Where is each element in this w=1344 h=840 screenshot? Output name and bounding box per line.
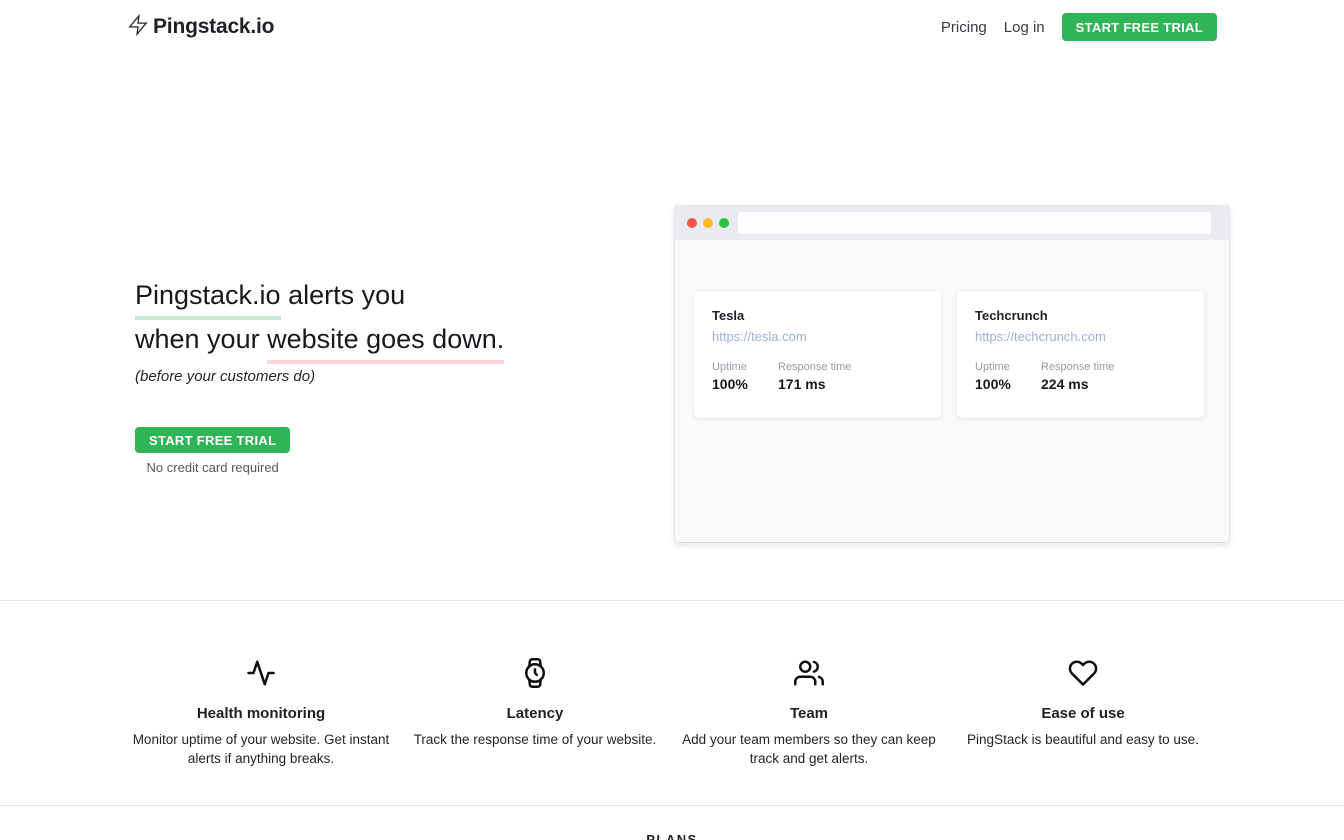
browser-content: Tesla https://tesla.com Uptime 100% Resp…	[675, 240, 1229, 418]
monitor-url: https://techcrunch.com	[975, 329, 1186, 344]
nav-start-free-trial-button[interactable]: START FREE TRIAL	[1062, 13, 1217, 41]
traffic-light-yellow-icon	[703, 218, 713, 228]
monitor-stats: Uptime 100% Response time 171 ms	[712, 361, 923, 392]
hero-heading: Pingstack.io alerts you when your websit…	[135, 276, 504, 364]
hero-heading-highlight-brand: Pingstack.io	[135, 276, 281, 320]
monitor-stats: Uptime 100% Response time 224 ms	[975, 361, 1186, 392]
feature-title: Health monitoring	[124, 705, 398, 722]
response-time-value: 224 ms	[1041, 376, 1114, 392]
response-time-stat: Response time 224 ms	[1041, 361, 1114, 392]
uptime-value: 100%	[975, 376, 1041, 392]
feature-title: Ease of use	[946, 705, 1220, 722]
hero-section: Pingstack.io alerts you when your websit…	[0, 54, 1344, 600]
response-time-stat: Response time 171 ms	[778, 361, 851, 392]
hero-heading-line2-prefix: when your	[135, 324, 267, 354]
features-section: Health monitoring Monitor uptime of your…	[0, 600, 1344, 805]
response-time-label: Response time	[1041, 361, 1114, 373]
feature-description: Track the response time of your website.	[406, 730, 664, 749]
monitor-card-tesla: Tesla https://tesla.com Uptime 100% Resp…	[694, 291, 941, 418]
traffic-light-green-icon	[719, 218, 729, 228]
uptime-value: 100%	[712, 376, 778, 392]
traffic-light-red-icon	[687, 218, 697, 228]
feature-description: PingStack is beautiful and easy to use.	[954, 730, 1212, 749]
uptime-stat: Uptime 100%	[712, 361, 778, 392]
activity-icon	[124, 658, 398, 693]
response-time-label: Response time	[778, 361, 851, 373]
feature-description: Monitor uptime of your website. Get inst…	[132, 730, 390, 768]
feature-health-monitoring: Health monitoring Monitor uptime of your…	[124, 658, 398, 805]
feature-ease-of-use: Ease of use PingStack is beautiful and e…	[946, 658, 1220, 805]
nav-link-pricing[interactable]: Pricing	[941, 19, 987, 36]
footer-section: PLANS	[0, 805, 1344, 840]
feature-description: Add your team members so they can keep t…	[680, 730, 938, 768]
traffic-lights	[687, 218, 729, 228]
monitor-card-techcrunch: Techcrunch https://techcrunch.com Uptime…	[957, 291, 1204, 418]
response-time-value: 171 ms	[778, 376, 851, 392]
hero-heading-line1-rest: alerts you	[281, 280, 406, 310]
uptime-label: Uptime	[975, 361, 1041, 373]
header-nav: Pricing Log in START FREE TRIAL	[941, 13, 1217, 41]
hero-start-free-trial-button[interactable]: START FREE TRIAL	[135, 427, 290, 453]
heart-icon	[946, 658, 1220, 693]
feature-title: Team	[672, 705, 946, 722]
monitor-name: Techcrunch	[975, 308, 1186, 323]
nav-link-login[interactable]: Log in	[1004, 19, 1045, 36]
watch-icon	[398, 658, 672, 693]
logo[interactable]: Pingstack.io	[127, 14, 274, 41]
no-credit-card-note: No credit card required	[147, 460, 279, 475]
monitor-url: https://tesla.com	[712, 329, 923, 344]
logo-text: Pingstack.io	[153, 15, 274, 39]
uptime-label: Uptime	[712, 361, 778, 373]
monitor-name: Tesla	[712, 308, 923, 323]
hero-cta-block: START FREE TRIAL No credit card required	[135, 427, 290, 475]
header: Pingstack.io Pricing Log in START FREE T…	[0, 0, 1344, 54]
uptime-stat: Uptime 100%	[975, 361, 1041, 392]
users-icon	[672, 658, 946, 693]
browser-mockup: Tesla https://tesla.com Uptime 100% Resp…	[675, 206, 1229, 542]
landing-page: Pingstack.io Pricing Log in START FREE T…	[0, 0, 1344, 840]
hero-subtext: (before your customers do)	[135, 368, 315, 385]
feature-team: Team Add your team members so they can k…	[672, 658, 946, 805]
browser-toolbar	[675, 206, 1229, 240]
zap-icon	[127, 14, 149, 41]
feature-title: Latency	[398, 705, 672, 722]
hero-heading-highlight-down: website goes down.	[267, 320, 504, 364]
plans-heading: PLANS	[0, 832, 1344, 840]
browser-url-bar	[738, 212, 1211, 234]
feature-latency: Latency Track the response time of your …	[398, 658, 672, 805]
